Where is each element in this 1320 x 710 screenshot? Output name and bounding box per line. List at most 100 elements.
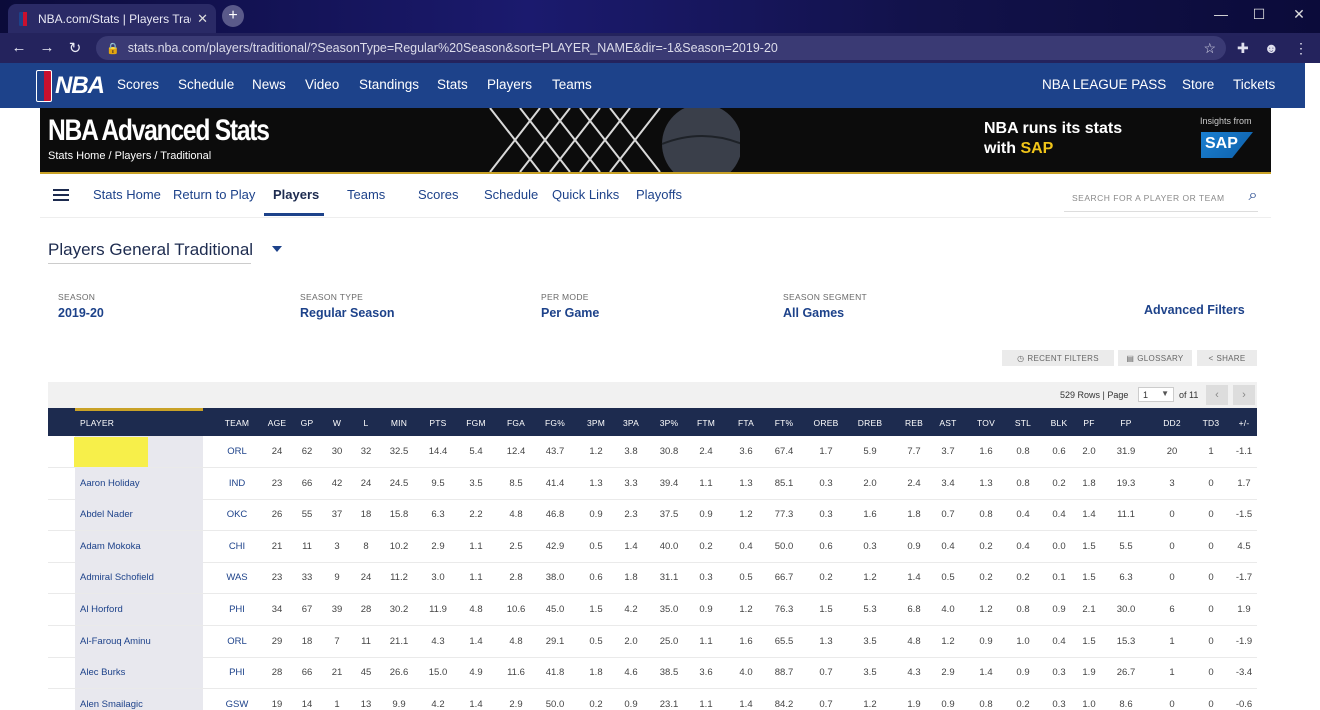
subnav-teams[interactable]: Teams: [347, 187, 385, 202]
team-link[interactable]: ORL: [217, 446, 257, 457]
nba-logo[interactable]: NBA: [36, 69, 105, 102]
column-header-pf[interactable]: PF: [1069, 418, 1109, 428]
subnav-scores[interactable]: Scores: [418, 187, 458, 202]
subnav-playoffs[interactable]: Playoffs: [636, 187, 682, 202]
chevron-down-icon[interactable]: [272, 246, 282, 252]
team-link[interactable]: CHI: [217, 541, 257, 552]
nav-scores[interactable]: Scores: [117, 77, 159, 92]
player-name-link[interactable]: Adam Mokoka: [80, 541, 141, 552]
nav-schedule[interactable]: Schedule: [178, 77, 234, 92]
advanced-filters-link[interactable]: Advanced Filters: [1144, 303, 1245, 317]
filter-season-segment[interactable]: SEASON SEGMENT All Games: [783, 292, 867, 320]
url-field[interactable]: 🔒 stats.nba.com/players/traditional/?Sea…: [96, 36, 1226, 60]
filter-season[interactable]: SEASON 2019-20: [58, 292, 104, 320]
nav-teams[interactable]: Teams: [552, 77, 592, 92]
column-header-pts[interactable]: PTS: [418, 418, 458, 428]
column-header-min[interactable]: MIN: [379, 418, 419, 428]
subnav-return-to-play[interactable]: Return to Play: [173, 187, 255, 202]
subnav-quick-links[interactable]: Quick Links: [552, 187, 619, 202]
forward-arrow-icon[interactable]: →: [38, 39, 56, 56]
stat-cell-oreb: 0.7: [819, 667, 833, 679]
maximize-icon[interactable]: ☐: [1244, 6, 1274, 23]
column-header-plus-minus[interactable]: +/-: [1224, 418, 1264, 428]
nba-logo-mark-icon: [36, 69, 52, 102]
column-header-3p-pct[interactable]: 3P%: [649, 418, 689, 428]
recent-filters-button[interactable]: ◷ RECENT FILTERS: [1002, 350, 1114, 366]
player-name-link[interactable]: Al Horford: [80, 604, 123, 615]
nav-standings[interactable]: Standings: [359, 77, 419, 92]
column-header-dreb[interactable]: DREB: [850, 418, 890, 428]
stat-cell-stl: 1.0: [1016, 635, 1030, 647]
subnav-stats-home[interactable]: Stats Home: [93, 187, 161, 202]
column-header-ast[interactable]: AST: [928, 418, 968, 428]
player-name-link[interactable]: Al-Farouq Aminu: [80, 636, 151, 647]
nav-tickets[interactable]: Tickets: [1233, 77, 1275, 92]
column-header-oreb[interactable]: OREB: [806, 418, 846, 428]
column-header-tov[interactable]: TOV: [966, 418, 1006, 428]
subnav-players[interactable]: Players: [273, 187, 319, 202]
team-link[interactable]: GSW: [217, 699, 257, 710]
team-link[interactable]: WAS: [217, 572, 257, 583]
nav-stats[interactable]: Stats: [437, 77, 468, 92]
player-name-link[interactable]: Alen Smailagic: [80, 699, 143, 710]
back-arrow-icon[interactable]: ←: [10, 39, 28, 56]
profile-avatar-icon[interactable]: ☻: [1264, 40, 1279, 56]
page-title[interactable]: Players General Traditional: [48, 240, 253, 260]
browser-address-bar: ← → ↻ 🔒 stats.nba.com/players/traditiona…: [0, 33, 1320, 63]
team-link[interactable]: IND: [217, 478, 257, 489]
reload-icon[interactable]: ↻: [66, 39, 84, 57]
team-link[interactable]: PHI: [217, 604, 257, 615]
prev-page-button[interactable]: ‹: [1206, 385, 1228, 405]
stat-cell-fga: 2.8: [509, 572, 523, 584]
browser-menu-icon[interactable]: ⋮: [1294, 40, 1308, 57]
stat-cell-dreb: 5.9: [863, 446, 877, 457]
player-name-link[interactable]: Abdel Nader: [80, 509, 133, 520]
stat-cell-ftm: 0.2: [699, 540, 713, 552]
next-page-button[interactable]: ›: [1233, 385, 1255, 405]
column-header-3pa[interactable]: 3PA: [611, 418, 651, 428]
page-select[interactable]: 1 ▼: [1138, 387, 1174, 402]
subnav-schedule[interactable]: Schedule: [484, 187, 538, 202]
column-header-3pm[interactable]: 3PM: [576, 418, 616, 428]
team-link[interactable]: ORL: [217, 636, 257, 647]
column-header-fp[interactable]: FP: [1106, 418, 1146, 428]
table-row: Aaron GordonORL2462303232.514.45.412.443…: [48, 436, 1257, 468]
hamburger-menu-icon[interactable]: [53, 189, 69, 201]
extensions-puzzle-icon[interactable]: ✚: [1237, 40, 1249, 57]
bookmark-star-icon[interactable]: ☆: [1203, 40, 1216, 57]
lock-icon: 🔒: [106, 42, 120, 55]
share-button[interactable]: < SHARE: [1197, 350, 1257, 366]
column-header-fgm[interactable]: FGM: [456, 418, 496, 428]
close-window-icon[interactable]: ✕: [1284, 6, 1314, 23]
search-icon[interactable]: ⌕: [1249, 187, 1258, 205]
close-tab-icon[interactable]: ✕: [197, 11, 208, 27]
new-tab-plus-icon[interactable]: +: [222, 5, 244, 27]
column-header-team[interactable]: TEAM: [217, 418, 257, 428]
minimize-icon[interactable]: —: [1206, 6, 1236, 22]
column-header-ftm[interactable]: FTM: [686, 418, 726, 428]
column-header-ft-pct[interactable]: FT%: [764, 418, 804, 428]
player-name-link[interactable]: Alec Burks: [80, 667, 125, 678]
player-name-link[interactable]: Aaron Holiday: [80, 478, 140, 489]
nav-players[interactable]: Players: [487, 77, 532, 92]
nav-video[interactable]: Video: [305, 77, 339, 92]
column-header-fta[interactable]: FTA: [726, 418, 766, 428]
nav-store[interactable]: Store: [1182, 77, 1214, 92]
browser-tab[interactable]: NBA.com/Stats | Players Traditio ✕: [8, 4, 216, 33]
column-header-fg-pct[interactable]: FG%: [535, 418, 575, 428]
filter-per-mode[interactable]: PER MODE Per Game: [541, 292, 599, 320]
column-header-fga[interactable]: FGA: [496, 418, 536, 428]
nav-league-pass[interactable]: NBA LEAGUE PASS: [1042, 77, 1166, 92]
stat-cell-min: 30.2: [389, 604, 409, 615]
column-header-dd2[interactable]: DD2: [1152, 418, 1192, 428]
team-link[interactable]: OKC: [217, 509, 257, 520]
nav-news[interactable]: News: [252, 77, 286, 92]
column-header-stl[interactable]: STL: [1003, 418, 1043, 428]
glossary-button[interactable]: ▤ GLOSSARY: [1118, 350, 1192, 366]
team-link[interactable]: PHI: [217, 667, 257, 678]
column-header-player[interactable]: PLAYER: [80, 418, 114, 428]
filter-season-type[interactable]: SEASON TYPE Regular Season: [300, 292, 394, 320]
player-team-search-input[interactable]: SEARCH FOR A PLAYER OR TEAM ⌕: [1064, 182, 1258, 212]
stat-cell-pf: 1.5: [1082, 540, 1096, 552]
player-name-link[interactable]: Admiral Schofield: [80, 572, 154, 583]
